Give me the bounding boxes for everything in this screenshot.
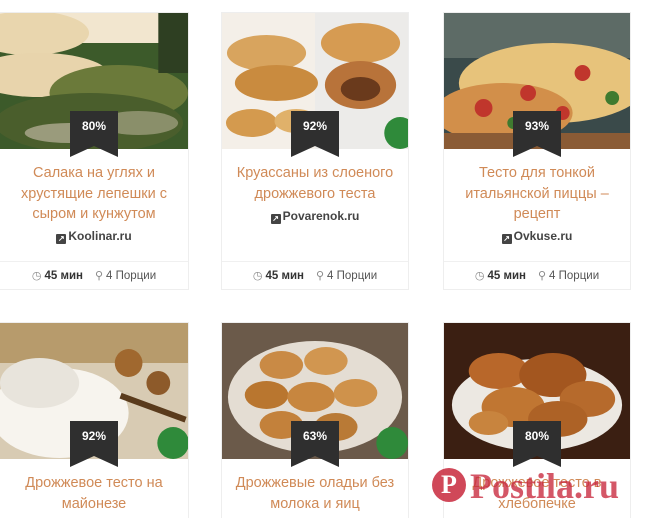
recipe-source[interactable]: ↗ Ovkuse.ru (444, 229, 630, 244)
recipe-card[interactable]: 80% Салака на углях и хрустящие лепешки … (0, 12, 189, 290)
cook-time: 45 мин (44, 270, 83, 282)
recipe-card[interactable]: 93% Тесто для тонкой итальянской пиццы –… (443, 12, 631, 290)
cook-time: 45 мин (265, 270, 304, 282)
spoon-icon: ⚲ (537, 270, 547, 282)
recipe-title[interactable]: Дрожжевые оладьи без молока и яиц (230, 473, 400, 514)
rating-badge: 93% (513, 111, 561, 157)
rating-badge: 92% (70, 421, 118, 467)
postila-logo-icon: P (432, 468, 466, 502)
clock-icon: ◷ (252, 270, 263, 282)
recipe-title[interactable]: Дрожжевое тесто на майонезе (8, 473, 180, 514)
recipe-meta: ◷ 45 мин ⚲ 4 Порции (0, 261, 188, 289)
rating-badge: 92% (291, 111, 339, 157)
portions: 4 Порции (549, 270, 600, 282)
source-label: Ovkuse.ru (513, 229, 573, 243)
rating-badge: 80% (513, 421, 561, 467)
watermark-text: Postila.ru (470, 466, 619, 506)
recipe-card[interactable]: 92% Дрожжевое тесто на майонезе (0, 322, 189, 518)
recipe-grid: 80% Салака на углях и хрустящие лепешки … (0, 0, 656, 518)
clock-icon: ◷ (31, 270, 42, 282)
recipe-meta: ◷ 45 мин ⚲ 4 Порции (444, 261, 630, 289)
rating-badge: 80% (70, 111, 118, 157)
recipe-title[interactable]: Тесто для тонкой итальянской пиццы – рец… (452, 163, 622, 225)
portions: 4 Порции (327, 270, 378, 282)
source-label: Koolinar.ru (68, 229, 132, 243)
source-label: Povarenok.ru (282, 209, 360, 223)
recipe-source[interactable]: ↗ Koolinar.ru (0, 229, 188, 244)
recipe-title[interactable]: Круассаны из слоеного дрожжевого теста (230, 163, 400, 204)
external-link-icon: ↗ (501, 234, 512, 244)
rating-badge: 63% (291, 421, 339, 467)
recipe-source[interactable]: ↗ Povarenok.ru (222, 209, 408, 224)
clock-icon: ◷ (474, 270, 485, 282)
recipe-card[interactable]: 63% Дрожжевые оладьи без молока и яиц (221, 322, 409, 518)
external-link-icon: ↗ (56, 234, 67, 244)
postila-watermark: P Postila.ru (432, 466, 656, 506)
recipe-meta: ◷ 45 мин ⚲ 4 Порции (222, 261, 408, 289)
cook-time: 45 мин (487, 270, 526, 282)
portions: 4 Порции (106, 270, 157, 282)
recipe-title[interactable]: Салака на углях и хрустящие лепешки с сы… (8, 163, 180, 225)
spoon-icon: ⚲ (94, 270, 104, 282)
recipe-card[interactable]: 92% Круассаны из слоеного дрожжевого тес… (221, 12, 409, 290)
external-link-icon: ↗ (270, 214, 281, 224)
spoon-icon: ⚲ (315, 270, 325, 282)
